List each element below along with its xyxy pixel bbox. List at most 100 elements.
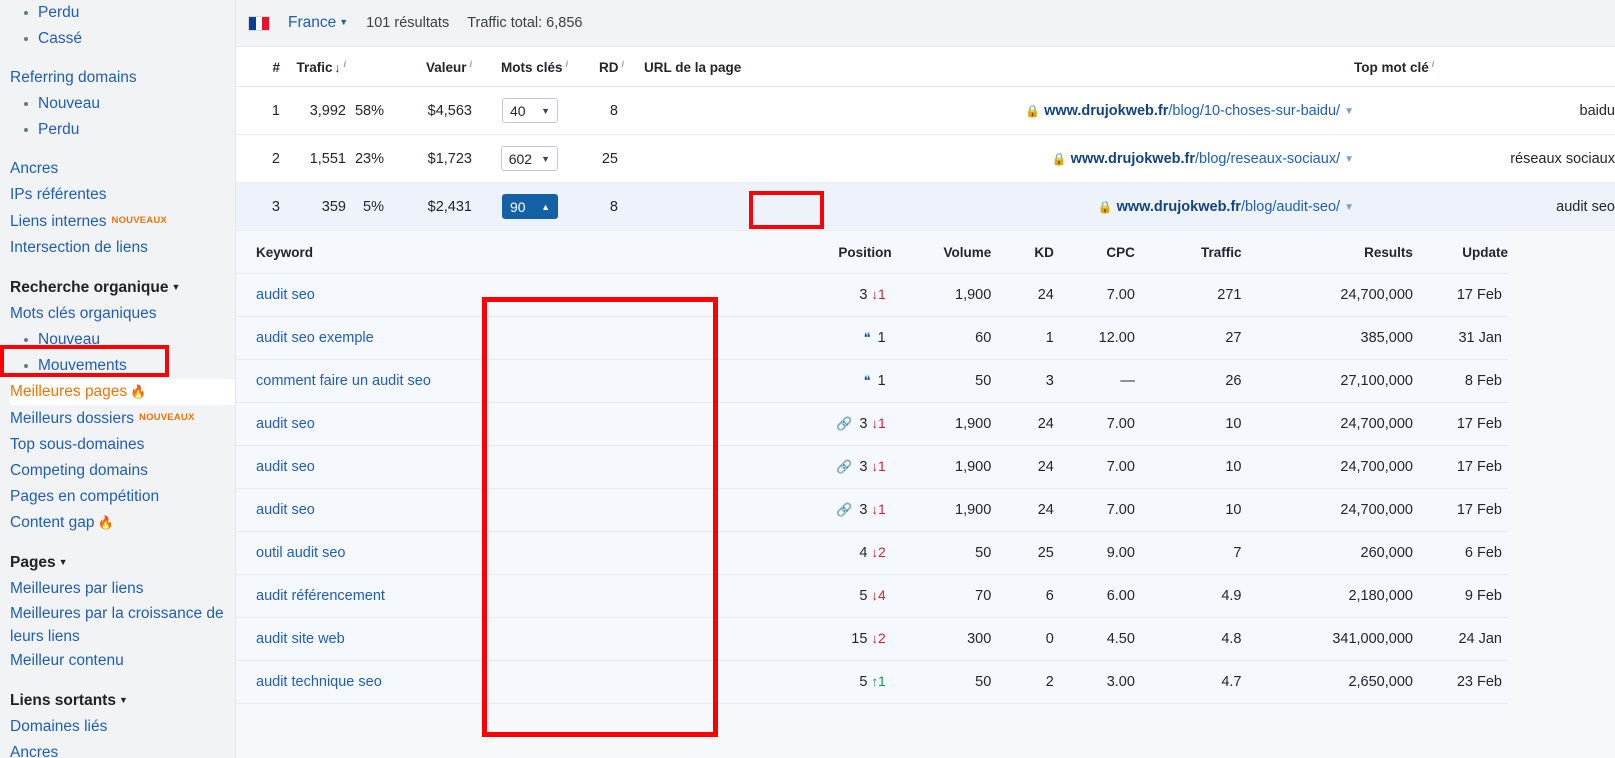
col-index[interactable]: # bbox=[236, 47, 280, 87]
sidebar-item-mots-cl-s-organiques[interactable]: Mots clés organiques bbox=[10, 301, 235, 327]
cell-top-keyword[interactable]: réseaux sociaux bbox=[1354, 134, 1615, 183]
cell-rd[interactable]: 8 bbox=[568, 182, 624, 231]
sidebar-section-recherche-organique[interactable]: Recherche organique ▼ bbox=[10, 274, 235, 301]
cell-keyword[interactable]: audit seo bbox=[236, 402, 765, 446]
cell-url[interactable]: 🔒 www.drujokweb.fr/blog/reseaux-sociaux/▼ bbox=[624, 134, 1354, 183]
col-keywords[interactable]: Mots clés i bbox=[472, 47, 568, 87]
cell-keyword[interactable]: audit seo bbox=[236, 273, 765, 317]
cell-keyword[interactable]: audit seo bbox=[236, 488, 765, 532]
sub-col-update[interactable]: Update bbox=[1412, 231, 1508, 274]
cell-keywords[interactable]: 40 ▼ bbox=[472, 86, 568, 135]
sidebar-section-pages[interactable]: Pages ▼ bbox=[10, 549, 235, 576]
sidebar-item-pages-en-comp-tition[interactable]: Pages en compétition bbox=[10, 484, 235, 510]
sidebar-item-ancres[interactable]: Ancres bbox=[10, 740, 235, 758]
subtable-row[interactable]: comment faire un audit seo ❝ 1 50 3—26 27,100… bbox=[236, 359, 1508, 403]
col-traffic[interactable]: Trafic ↓ i bbox=[280, 47, 346, 87]
info-icon[interactable]: i bbox=[469, 59, 472, 69]
cell-keyword[interactable]: audit technique seo bbox=[236, 660, 765, 704]
sidebar-subitem-mouvements[interactable]: Mouvements bbox=[10, 353, 235, 379]
keywords-subtable: Keyword Position Volume KD CPC Traffic R… bbox=[236, 231, 1508, 704]
cell-keyword[interactable]: audit site web bbox=[236, 617, 765, 661]
sidebar-item-liens-internes[interactable]: Liens internes NOUVEAUX bbox=[10, 208, 235, 235]
cell-keyword[interactable]: outil audit seo bbox=[236, 531, 765, 575]
col-top-keyword[interactable]: Top mot clé i bbox=[1354, 47, 1615, 87]
cell-top-keyword[interactable]: baidu bbox=[1354, 86, 1615, 135]
position-delta: ↓1 bbox=[871, 459, 886, 474]
keyword-count-chip[interactable]: 40 ▼ bbox=[502, 98, 558, 123]
cell-url[interactable]: 🔒 www.drujokweb.fr/blog/audit-seo/▼ bbox=[624, 182, 1354, 231]
sidebar-item-meilleures-par-la-croissance-de-leurs-liens[interactable]: Meilleures par la croissance de leurs li… bbox=[10, 602, 235, 648]
sidebar-item-referring-domains[interactable]: Referring domains bbox=[10, 65, 235, 91]
subtable-row[interactable]: audit seo 🔗 3 ↓1 1,900 24 7.00 10 24,700,000 17 F… bbox=[236, 488, 1508, 532]
chevron-down-icon[interactable]: ▼ bbox=[1344, 106, 1354, 117]
sidebar-subitem-nouveau[interactable]: Nouveau bbox=[10, 91, 235, 117]
cell-keyword[interactable]: audit seo bbox=[236, 445, 765, 489]
sidebar-item-content-gap[interactable]: Content gap 🔥 bbox=[10, 510, 235, 536]
table-row[interactable]: 3 359 5% $2,431 90 ▲ 8 🔒 www.drujokweb.fr/blog/a… bbox=[236, 182, 1615, 231]
sub-col-results[interactable]: Results bbox=[1241, 231, 1413, 274]
cell-keyword[interactable]: comment faire un audit seo bbox=[236, 359, 765, 403]
chevron-down-icon[interactable]: ▼ bbox=[1344, 202, 1354, 213]
sidebar-item-label: Ancres bbox=[10, 160, 59, 177]
col-value[interactable]: Valeur i bbox=[398, 47, 472, 87]
sub-col-keyword[interactable]: Keyword bbox=[236, 231, 765, 274]
info-icon[interactable]: i bbox=[343, 59, 346, 69]
sub-col-volume[interactable]: Volume bbox=[891, 231, 992, 274]
col-rd[interactable]: RD i bbox=[568, 47, 624, 87]
sub-col-traffic[interactable]: Traffic bbox=[1134, 231, 1242, 274]
keyword-count-chip[interactable]: 90 ▲ bbox=[502, 194, 558, 219]
subtable-row[interactable]: audit seo 🔗 3 ↓1 1,900 24 7.00 10 24,700,000 17 F… bbox=[236, 445, 1508, 489]
cell-keyword[interactable]: audit seo exemple bbox=[236, 316, 765, 360]
subtable-row[interactable]: audit seo 3 ↓1 1,900 24 7.00 271 24,700,000 17 F… bbox=[236, 273, 1508, 317]
cell-keyword[interactable]: audit référencement bbox=[236, 574, 765, 618]
info-icon[interactable]: i bbox=[565, 59, 568, 69]
table-row[interactable]: 2 1,551 23% $1,723 602 ▼ 25 🔒 www.drujokweb.fr/b… bbox=[236, 134, 1615, 183]
country-selector[interactable]: France ▼ bbox=[288, 14, 348, 32]
table-row[interactable]: 1 3,992 58% $4,563 40 ▼ 8 🔒 www.drujokweb.fr/blo… bbox=[236, 86, 1615, 135]
cell-position: 3 ↓1 bbox=[764, 273, 892, 317]
sidebar-subitem-nouveau[interactable]: Nouveau bbox=[10, 327, 235, 353]
subtable-row[interactable]: audit site web 15 ↓2 300 0 4.50 4.8 341,000,000… bbox=[236, 617, 1508, 661]
info-icon[interactable]: i bbox=[1432, 59, 1435, 69]
cell-cpc: 7.00 bbox=[1053, 488, 1135, 532]
cell-position: ❝ 1 bbox=[764, 359, 892, 403]
sidebar-item-domaines-li-s[interactable]: Domaines liés bbox=[10, 714, 235, 740]
cell-traffic: 4.9 bbox=[1134, 574, 1242, 618]
cell-update: 17 Feb bbox=[1412, 273, 1508, 317]
sub-col-kd[interactable]: KD bbox=[991, 231, 1054, 274]
sub-col-cpc[interactable]: CPC bbox=[1053, 231, 1135, 274]
chevron-down-icon[interactable]: ▼ bbox=[1344, 154, 1354, 165]
sidebar-subitem-perdu[interactable]: Perdu bbox=[10, 0, 235, 26]
sidebar-item-top-sous-domaines[interactable]: Top sous-domaines bbox=[10, 432, 235, 458]
subtable-row[interactable]: outil audit seo 4 ↓2 50 25 9.00 7 260,000 6 Feb bbox=[236, 531, 1508, 575]
subtable-row[interactable]: audit référencement 5 ↓4 70 6 6.00 4.9 2,180,00… bbox=[236, 574, 1508, 618]
cell-keywords[interactable]: 602 ▼ bbox=[472, 134, 568, 183]
sidebar-item-meilleures-pages[interactable]: Meilleures pages 🔥 bbox=[10, 379, 235, 405]
subtable-row[interactable]: audit seo 🔗 3 ↓1 1,900 24 7.00 10 24,700,000 17 F… bbox=[236, 402, 1508, 446]
subtable-row[interactable]: audit technique seo 5 ↑1 50 2 3.00 4.7 2,650,00… bbox=[236, 660, 1508, 704]
sidebar-item-meilleur-contenu[interactable]: Meilleur contenu bbox=[10, 648, 235, 674]
cell-rd[interactable]: 25 bbox=[568, 134, 624, 183]
sidebar-subitem-perdu[interactable]: Perdu bbox=[10, 117, 235, 143]
cell-url[interactable]: 🔒 www.drujokweb.fr/blog/10-choses-sur-bai… bbox=[624, 86, 1354, 135]
keyword-count-chip[interactable]: 602 ▼ bbox=[500, 146, 558, 171]
sub-col-position[interactable]: Position bbox=[764, 231, 892, 274]
sidebar-navigation[interactable]: Perdu Cassé Referring domains Nouveau Perdu A… bbox=[0, 0, 236, 758]
subtable-header-row: Keyword Position Volume KD CPC Traffic R… bbox=[236, 231, 1508, 274]
cell-keywords[interactable]: 90 ▲ bbox=[472, 182, 568, 231]
sidebar-item-meilleurs-dossiers[interactable]: Meilleurs dossiers NOUVEAUX bbox=[10, 405, 235, 432]
sidebar-item-ips-r-f-rentes[interactable]: IPs référentes bbox=[10, 182, 235, 208]
sidebar-item-intersection-de-liens[interactable]: Intersection de liens bbox=[10, 235, 235, 261]
sidebar-item-competing-domains[interactable]: Competing domains bbox=[10, 458, 235, 484]
sidebar-item-meilleures-par-liens[interactable]: Meilleures par liens bbox=[10, 576, 235, 602]
cell-results: 385,000 bbox=[1241, 316, 1413, 360]
cell-rd[interactable]: 8 bbox=[568, 86, 624, 135]
sidebar-item-ancres[interactable]: Ancres bbox=[10, 156, 235, 182]
subtable-row[interactable]: audit seo exemple ❝ 1 60 1 12.00 27 385,000 31 J… bbox=[236, 316, 1508, 360]
col-url[interactable]: URL de la page bbox=[624, 47, 1354, 87]
sidebar-subitem-cass[interactable]: Cassé bbox=[10, 26, 235, 52]
sidebar-section-liens-sortants[interactable]: Liens sortants ▼ bbox=[10, 687, 235, 714]
info-icon[interactable]: i bbox=[621, 59, 624, 69]
cell-top-keyword[interactable]: audit seo bbox=[1354, 182, 1615, 231]
keyword-count-label: 40 bbox=[510, 102, 526, 119]
